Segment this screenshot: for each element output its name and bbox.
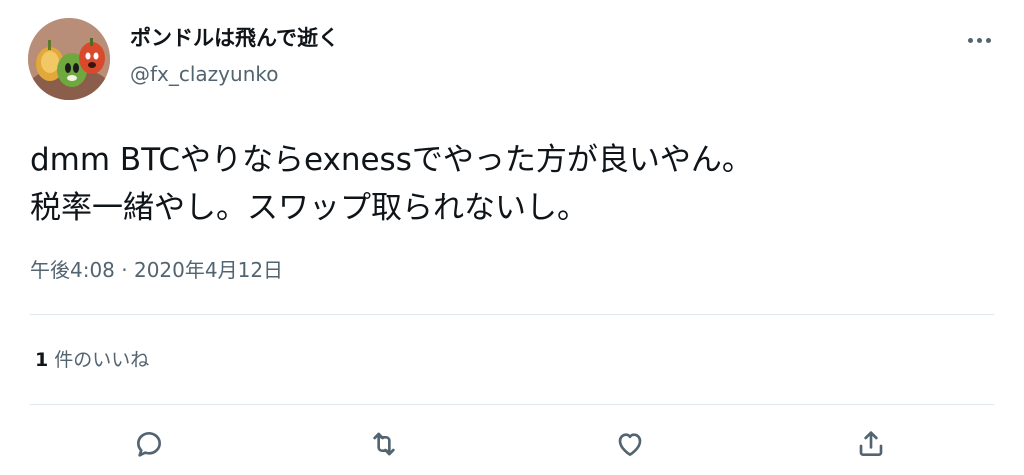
tweet-text: dmm BTCやりならexnessでやった方が良いやん。 税率一緒やし。スワップ… [30,136,753,232]
heart-icon [618,433,642,456]
retweet-button[interactable] [364,424,404,464]
tweet-card: ポンドルは飛んで逝く @fx_clazyunko dmm BTCやりならexne… [0,0,1024,475]
share-icon [859,431,883,456]
retweet-icon [373,432,395,456]
more-options-button[interactable] [964,28,994,52]
more-horizontal-icon [976,37,982,43]
tweet-text-line: dmm BTCやりならexnessでやった方が良いやん。 [30,142,753,178]
more-horizontal-icon [967,37,973,43]
author-block: ポンドルは飛んで逝く @fx_clazyunko [130,24,339,88]
display-name[interactable]: ポンドルは飛んで逝く [130,24,339,52]
user-handle[interactable]: @fx_clazyunko [130,60,339,88]
like-stats[interactable]: 1 件のいいね [35,346,149,374]
reply-icon [137,432,161,457]
more-horizontal-icon [985,37,991,43]
reply-button[interactable] [129,424,169,464]
tweet-text-line: 税率一緒やし。スワップ取られないし。 [30,190,588,226]
tweet-timestamp[interactable]: 午後4:08 · 2020年4月12日 [30,256,283,284]
like-label: 件のいいね [54,349,150,371]
like-button[interactable] [610,424,650,464]
avatar[interactable] [28,18,110,100]
like-count: 1 [35,349,49,371]
divider [30,404,994,405]
action-bar [0,424,1024,468]
share-button[interactable] [851,424,891,464]
divider [30,314,994,315]
avatar-image [28,18,110,100]
